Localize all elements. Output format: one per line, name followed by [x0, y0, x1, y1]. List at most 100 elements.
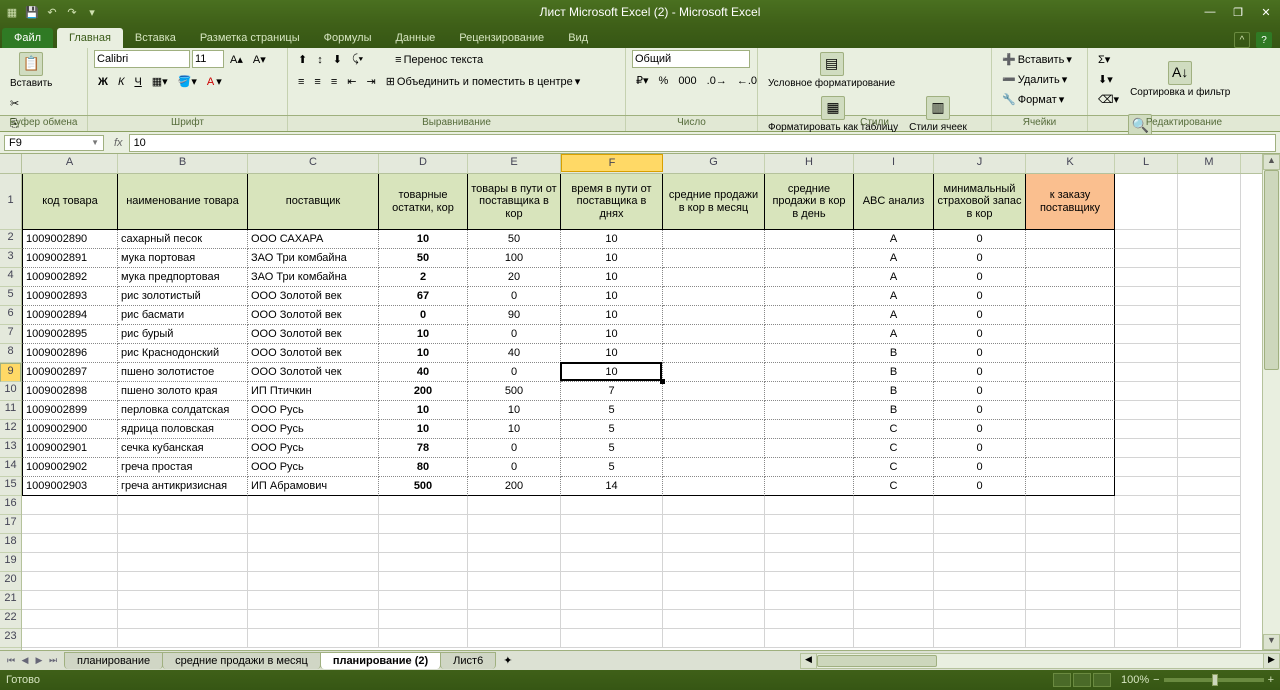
align-right-icon[interactable]: ≡ — [327, 73, 341, 91]
cell[interactable] — [379, 515, 468, 534]
cell[interactable] — [765, 515, 854, 534]
cell[interactable] — [22, 553, 118, 572]
align-center-icon[interactable]: ≡ — [310, 73, 324, 91]
cell[interactable] — [118, 534, 248, 553]
cell[interactable] — [663, 268, 765, 287]
select-all-corner[interactable] — [0, 154, 21, 174]
row-header[interactable]: 4 — [0, 268, 21, 287]
cell[interactable]: 90 — [468, 306, 561, 325]
row-header[interactable]: 21 — [0, 591, 21, 610]
increase-font-icon[interactable]: A▴ — [226, 50, 247, 69]
cell[interactable] — [1115, 610, 1178, 629]
cell[interactable] — [663, 420, 765, 439]
cell[interactable]: ООО Золотой век — [248, 306, 379, 325]
cell[interactable]: A — [854, 268, 934, 287]
row-header[interactable]: 11 — [0, 401, 21, 420]
cell[interactable]: рис золотистый — [118, 287, 248, 306]
conditional-formatting-button[interactable]: ▤Условное форматирование — [764, 50, 899, 91]
column-header-M[interactable]: M — [1178, 154, 1241, 173]
cell[interactable]: C — [854, 439, 934, 458]
cell[interactable] — [1178, 287, 1241, 306]
cell[interactable]: A — [854, 287, 934, 306]
cell[interactable]: наименование товара — [118, 174, 248, 230]
cell[interactable] — [468, 515, 561, 534]
cell[interactable] — [1115, 401, 1178, 420]
decrease-decimal-icon[interactable]: ←.0 — [733, 71, 761, 90]
cell[interactable]: поставщик — [248, 174, 379, 230]
wrap-text-button[interactable]: ≡ Перенос текста — [391, 51, 487, 69]
cell[interactable] — [854, 534, 934, 553]
column-header-H[interactable]: H — [765, 154, 854, 173]
cell[interactable]: 200 — [379, 382, 468, 401]
cell[interactable] — [663, 496, 765, 515]
cell[interactable]: 1009002900 — [22, 420, 118, 439]
cell[interactable] — [379, 591, 468, 610]
cell[interactable] — [1115, 382, 1178, 401]
comma-icon[interactable]: 000 — [674, 71, 700, 90]
cell[interactable]: C — [854, 458, 934, 477]
column-header-L[interactable]: L — [1115, 154, 1178, 173]
cell[interactable] — [1026, 515, 1115, 534]
cell[interactable] — [561, 553, 663, 572]
cell[interactable] — [561, 515, 663, 534]
cell[interactable]: 1009002898 — [22, 382, 118, 401]
cell[interactable] — [1026, 629, 1115, 648]
cell[interactable] — [248, 629, 379, 648]
cell[interactable] — [663, 591, 765, 610]
cell[interactable] — [765, 591, 854, 610]
row-header[interactable]: 10 — [0, 382, 21, 401]
cell[interactable] — [1026, 572, 1115, 591]
cell[interactable]: перловка солдатская — [118, 401, 248, 420]
cell[interactable]: 0 — [934, 477, 1026, 496]
cell[interactable]: A — [854, 325, 934, 344]
cell[interactable]: 1009002903 — [22, 477, 118, 496]
cell[interactable] — [663, 382, 765, 401]
cell[interactable] — [934, 515, 1026, 534]
cell[interactable] — [1115, 534, 1178, 553]
sheet-tab[interactable]: Лист6 — [440, 652, 496, 669]
cell[interactable]: 0 — [934, 458, 1026, 477]
align-bottom-icon[interactable]: ⬇ — [329, 50, 346, 69]
cell[interactable]: пшено золотистое — [118, 363, 248, 382]
cell[interactable]: A — [854, 230, 934, 249]
cell[interactable] — [561, 610, 663, 629]
cell[interactable] — [1026, 363, 1115, 382]
cell[interactable]: пшено золото края — [118, 382, 248, 401]
cell[interactable]: 100 — [468, 249, 561, 268]
cell[interactable]: ООО Золотой век — [248, 344, 379, 363]
cell[interactable] — [248, 515, 379, 534]
font-name-select[interactable] — [94, 50, 190, 68]
cell[interactable]: 10 — [379, 420, 468, 439]
cell[interactable] — [1115, 268, 1178, 287]
cell[interactable]: 1009002894 — [22, 306, 118, 325]
column-header-K[interactable]: K — [1026, 154, 1115, 173]
cell[interactable] — [765, 458, 854, 477]
zoom-slider[interactable] — [1164, 678, 1264, 682]
cell[interactable] — [663, 477, 765, 496]
column-header-B[interactable]: B — [118, 154, 248, 173]
cell[interactable] — [22, 496, 118, 515]
cell[interactable] — [1115, 230, 1178, 249]
cell[interactable] — [1115, 629, 1178, 648]
cell[interactable] — [118, 572, 248, 591]
cell[interactable]: 10 — [468, 401, 561, 420]
vscroll-thumb[interactable] — [1264, 170, 1279, 370]
cell[interactable]: 40 — [379, 363, 468, 382]
cell[interactable] — [1115, 420, 1178, 439]
row-header[interactable]: 12 — [0, 420, 21, 439]
cell[interactable] — [663, 401, 765, 420]
cell[interactable] — [765, 496, 854, 515]
cell[interactable] — [663, 230, 765, 249]
cell[interactable] — [1026, 477, 1115, 496]
sort-filter-button[interactable]: A↓Сортировка и фильтр — [1126, 59, 1234, 100]
cell[interactable] — [1178, 363, 1241, 382]
cell[interactable]: 0 — [468, 458, 561, 477]
cell[interactable]: ABC анализ — [854, 174, 934, 230]
cell[interactable] — [1178, 382, 1241, 401]
italic-button[interactable]: К — [114, 72, 128, 91]
cell[interactable]: рис Краснодонский — [118, 344, 248, 363]
cell[interactable]: 20 — [468, 268, 561, 287]
cell[interactable]: 7 — [561, 382, 663, 401]
cell[interactable] — [1178, 401, 1241, 420]
cell[interactable]: 1009002896 — [22, 344, 118, 363]
